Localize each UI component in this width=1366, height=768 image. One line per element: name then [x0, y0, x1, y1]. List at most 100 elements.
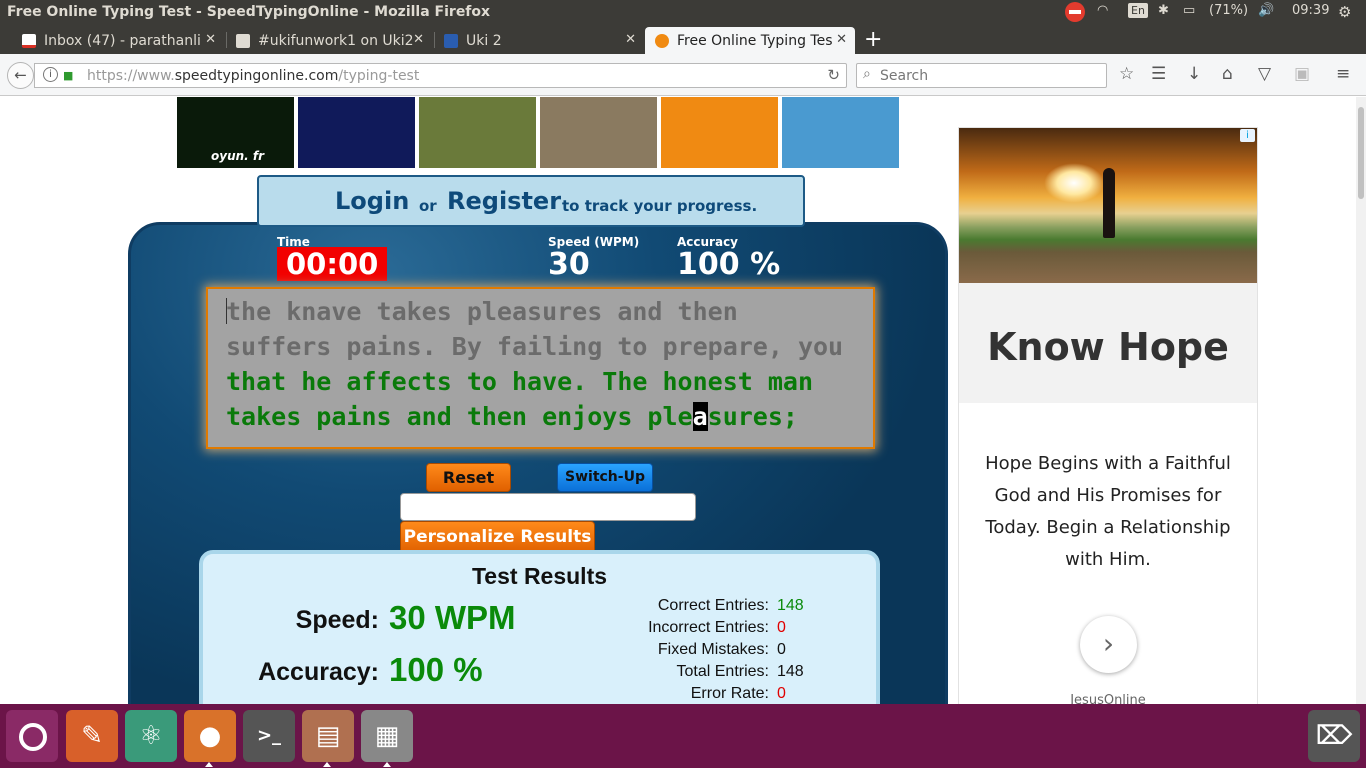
- pen-icon: ✎: [81, 721, 103, 751]
- page-content: oyun. fr Time 00:00 Speed (WPM) 30 Accur…: [0, 97, 1356, 704]
- launcher-files-icon[interactable]: ▤: [302, 710, 354, 762]
- tab-bar: Inbox (47) - parathanli ✕ #ukifunwork1 o…: [0, 25, 1366, 54]
- register-link[interactable]: Register: [447, 187, 561, 215]
- reload-icon[interactable]: ↻: [827, 66, 840, 84]
- accuracy-value: 100 %: [677, 247, 781, 282]
- close-icon[interactable]: ✕: [836, 32, 847, 47]
- text-line: sures;: [707, 402, 798, 431]
- game-thumbnail[interactable]: [540, 97, 657, 168]
- bookmark-star-icon[interactable]: ☆: [1119, 64, 1134, 84]
- uki-icon: [444, 33, 458, 48]
- clapper-icon: ▦: [374, 721, 400, 751]
- volume-icon[interactable]: 🔊: [1258, 3, 1274, 18]
- pocket-icon[interactable]: ▽: [1258, 64, 1271, 84]
- info-icon[interactable]: i: [43, 67, 58, 82]
- no-entry-icon[interactable]: [1065, 2, 1085, 22]
- fixed-mistakes-value: 0: [777, 641, 786, 658]
- chevron-right-icon[interactable]: ›: [1080, 616, 1137, 673]
- ad-headline[interactable]: Know Hope: [959, 325, 1257, 369]
- system-top-panel: Free Online Typing Test - SpeedTypingOnl…: [0, 0, 1366, 25]
- trash-icon: ⌦: [1315, 721, 1353, 751]
- typing-input[interactable]: [400, 493, 696, 521]
- close-icon[interactable]: ✕: [205, 32, 216, 47]
- extension-icon[interactable]: ▣: [1294, 64, 1310, 84]
- advertisement[interactable]: i Know Hope Hope Begins with a Faithful …: [958, 127, 1258, 704]
- ad-source[interactable]: JesusOnline: [959, 693, 1257, 704]
- game-thumbnail[interactable]: oyun. fr: [177, 97, 294, 168]
- result-speed-value: 30 WPM: [389, 599, 516, 636]
- game-thumbnail[interactable]: [298, 97, 415, 168]
- tab-uki[interactable]: Uki 2 ✕: [434, 27, 644, 54]
- launcher-firefox-icon[interactable]: ●: [184, 710, 236, 762]
- keyboard-layout-indicator[interactable]: En: [1128, 3, 1148, 18]
- battery-percentage[interactable]: (71%): [1209, 3, 1248, 18]
- page-scrollbar[interactable]: [1356, 97, 1366, 704]
- switch-up-button[interactable]: Switch-Up: [557, 463, 653, 492]
- total-entries-value: 148: [777, 663, 804, 680]
- bluetooth-icon[interactable]: ✱: [1158, 3, 1169, 18]
- launcher-video-icon[interactable]: ▦: [361, 710, 413, 762]
- atom-icon: ⚛: [139, 721, 163, 751]
- tab-typing-test[interactable]: Free Online Typing Tes ✕: [645, 27, 855, 54]
- launcher-pen-icon[interactable]: ✎: [66, 710, 118, 762]
- firefox-icon: ●: [198, 721, 222, 751]
- speed-value: 30: [548, 247, 590, 282]
- test-results-panel: Test Results Speed: 30 WPM Accuracy: 100…: [199, 550, 880, 704]
- reset-button[interactable]: Reset: [426, 463, 511, 492]
- wifi-icon[interactable]: ◠: [1097, 3, 1108, 18]
- battery-icon[interactable]: ▭: [1183, 3, 1195, 18]
- new-tab-button[interactable]: +: [864, 27, 882, 52]
- results-title: Test Results: [471, 563, 608, 589]
- game-thumbnail[interactable]: [419, 97, 536, 168]
- result-accuracy-label: Accuracy:: [258, 658, 379, 686]
- ad-image[interactable]: i: [959, 128, 1257, 283]
- reading-list-icon[interactable]: ☰: [1151, 64, 1166, 84]
- url-text[interactable]: https://www.speedtypingonline.com/typing…: [87, 68, 419, 84]
- launcher-ubuntu-icon[interactable]: [6, 710, 58, 762]
- search-input[interactable]: ⌕ Search: [856, 63, 1107, 88]
- launcher-atom-icon[interactable]: ⚛: [125, 710, 177, 762]
- correct-entries-value: 148: [777, 597, 804, 614]
- close-icon[interactable]: ✕: [625, 32, 636, 47]
- tab-slack[interactable]: #ukifunwork1 on Uki2 ✕: [226, 27, 432, 54]
- launcher-trash-icon[interactable]: ⌦: [1308, 710, 1360, 762]
- launcher-terminal-icon[interactable]: >_: [243, 710, 295, 762]
- current-character: a: [692, 402, 708, 431]
- game-thumbnail[interactable]: [661, 97, 778, 168]
- home-icon[interactable]: ⌂: [1222, 64, 1233, 84]
- result-accuracy-value: 100 %: [389, 651, 483, 688]
- ad-choices-icon[interactable]: i: [1240, 129, 1255, 142]
- error-rate-value: 0: [777, 685, 786, 702]
- ad-body[interactable]: Hope Begins with a Faithful God and His …: [979, 448, 1237, 576]
- lock-icon[interactable]: ■: [63, 69, 73, 82]
- game-thumbnail[interactable]: [782, 97, 899, 168]
- ubuntu-launcher: ✎ ⚛ ● >_ ▤ ▦ ⌦: [0, 704, 1366, 768]
- incorrect-entries-value: 0: [777, 619, 786, 636]
- incorrect-entries-label: Incorrect Entries:: [648, 619, 769, 636]
- active-app-indicator: [205, 762, 213, 767]
- login-link[interactable]: Login: [335, 187, 409, 215]
- text-line: that he affects to have. The honest man: [226, 367, 813, 396]
- correct-entries-label: Correct Entries:: [657, 597, 769, 614]
- tab-gmail[interactable]: Inbox (47) - parathanli ✕: [12, 27, 224, 54]
- close-icon[interactable]: ✕: [413, 32, 424, 47]
- url-bar[interactable]: i ■ https://www.speedtypingonline.com/ty…: [34, 63, 847, 88]
- search-placeholder: Search: [880, 68, 929, 84]
- clock[interactable]: 09:39: [1292, 3, 1329, 18]
- speedtyping-icon: [655, 33, 669, 48]
- tab-label: Uki 2: [466, 32, 502, 49]
- result-speed-label: Speed:: [295, 606, 379, 634]
- download-icon[interactable]: ↓: [1187, 64, 1201, 84]
- text-line: the knave takes pleasures and then: [226, 297, 738, 326]
- back-button[interactable]: ←: [7, 62, 34, 89]
- thumbnail-caption: oyun. fr: [211, 149, 265, 163]
- or-text: or: [419, 197, 437, 215]
- scrollbar-thumb[interactable]: [1358, 107, 1364, 199]
- error-rate-label: Error Rate:: [690, 685, 769, 702]
- typing-text-box[interactable]: the knave takes pleasures and then suffe…: [206, 287, 875, 449]
- track-progress-text: to track your progress.: [562, 197, 758, 215]
- menu-icon[interactable]: ≡: [1336, 64, 1350, 84]
- tab-label: #ukifunwork1 on Uki2: [258, 32, 414, 49]
- total-entries-label: Total Entries:: [676, 663, 769, 680]
- system-settings-icon[interactable]: ⚙: [1338, 3, 1351, 21]
